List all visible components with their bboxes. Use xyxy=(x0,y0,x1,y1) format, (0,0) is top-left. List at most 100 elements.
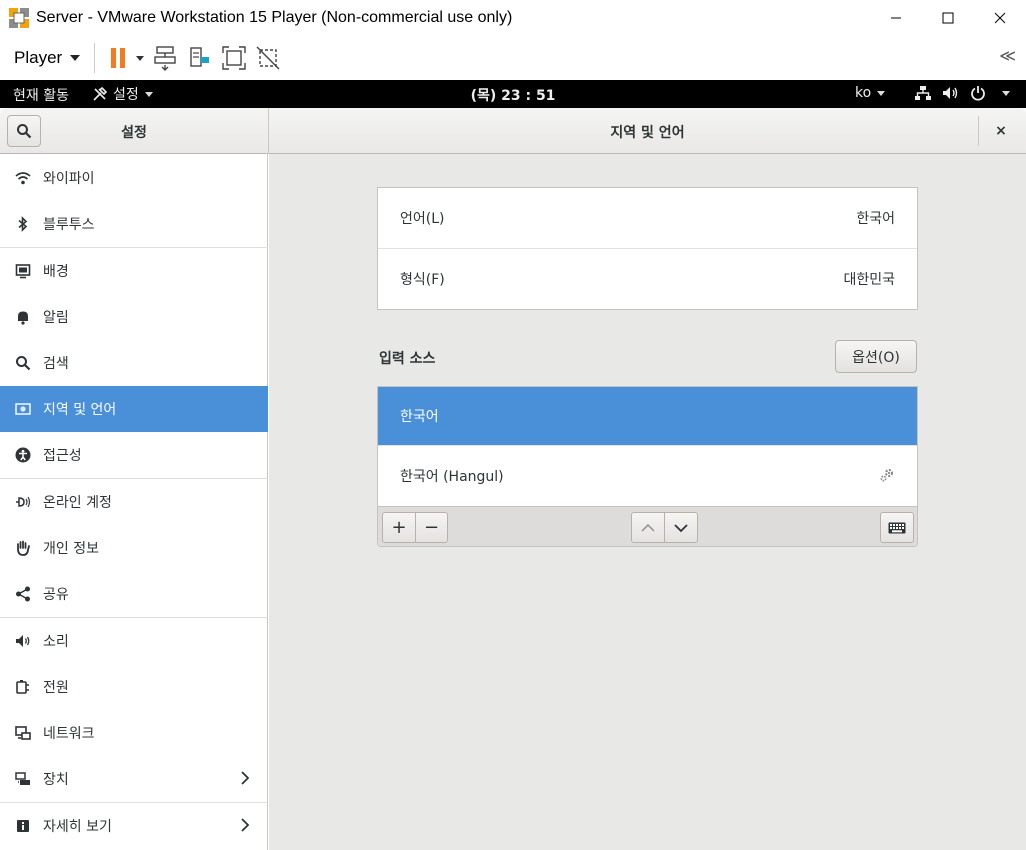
flag-icon xyxy=(15,401,31,417)
input-language-menu[interactable]: ko xyxy=(855,85,886,101)
usb-device-icon xyxy=(190,47,210,67)
formats-value: 대한민국 xyxy=(843,272,895,288)
move-up-button[interactable] xyxy=(631,512,665,543)
input-source-label: 한국어 xyxy=(400,409,439,425)
online-accounts-icon xyxy=(15,494,31,510)
maximize-button[interactable] xyxy=(922,0,974,36)
input-sources-toolbar: + − xyxy=(378,506,917,546)
sidebar-item-label: 장치 xyxy=(43,772,69,788)
sidebar-item-network[interactable]: 네트워크 xyxy=(0,710,268,756)
chevron-down-icon xyxy=(674,523,688,532)
sidebar-item-region-language[interactable]: 지역 및 언어 xyxy=(0,386,268,432)
sidebar-item-search[interactable]: 검색 xyxy=(0,340,268,386)
power-plug-icon xyxy=(15,679,31,695)
sidebar-item-label: 공유 xyxy=(43,587,69,603)
sidebar-item-label: 네트워크 xyxy=(43,726,95,742)
gear-icon[interactable] xyxy=(879,467,895,487)
input-options-button[interactable]: 옵션(O) xyxy=(835,340,917,373)
settings-header-bar: 설정 지역 및 언어 × xyxy=(0,108,1026,154)
sidebar-item-label: 검색 xyxy=(43,356,69,372)
pause-icon xyxy=(111,48,145,68)
page-title: 지역 및 언어 xyxy=(610,125,685,141)
sidebar-item-wifi[interactable]: 와이파이 xyxy=(0,155,268,201)
system-menu[interactable] xyxy=(914,85,1010,101)
sidebar-item-details[interactable]: 자세히 보기 xyxy=(0,803,268,849)
sidebar-item-online-accounts[interactable]: 온라인 계정 xyxy=(0,479,268,525)
input-language-label: ko xyxy=(855,85,872,101)
ctrl-alt-del-icon xyxy=(154,46,176,71)
keyboard-icon xyxy=(888,522,906,533)
sidebar-item-devices[interactable]: 장치 xyxy=(0,756,268,802)
wifi-icon xyxy=(15,170,31,186)
sidebar-item-label: 접근성 xyxy=(43,448,82,464)
sidebar-item-sharing[interactable]: 공유 xyxy=(0,571,268,617)
sidebar-item-label: 온라인 계정 xyxy=(43,495,112,511)
sidebar-item-power[interactable]: 전원 xyxy=(0,664,268,710)
player-menu-button[interactable]: Player xyxy=(14,48,81,68)
add-input-source-button[interactable]: + xyxy=(382,512,416,543)
sound-icon xyxy=(15,633,31,649)
player-menu-label: Player xyxy=(14,48,63,67)
pause-button[interactable] xyxy=(107,43,145,73)
collapse-toolbar-button[interactable]: ≪ xyxy=(999,46,1016,65)
sidebar-item-bluetooth[interactable]: 블루투스 xyxy=(0,201,268,247)
bluetooth-icon xyxy=(15,216,31,232)
region-language-panel: 언어(L) 한국어 형식(F) 대한민국 입력 소스 옵션(O) 한국어 한국어… xyxy=(269,154,1026,850)
sidebar-item-label: 지역 및 언어 xyxy=(43,402,117,418)
formats-row[interactable]: 형식(F) 대한민국 xyxy=(378,249,917,309)
sidebar-item-label: 배경 xyxy=(43,264,69,280)
keyboard-layout-button[interactable] xyxy=(880,512,914,543)
minimize-button[interactable] xyxy=(870,0,922,36)
chevron-up-icon xyxy=(641,523,655,532)
minimize-icon xyxy=(891,17,901,19)
window-title-bar[interactable]: Server - VMware Workstation 15 Player (N… xyxy=(0,0,1026,36)
sidebar-item-notifications[interactable]: 알림 xyxy=(0,294,268,340)
send-ctrl-alt-del-button[interactable] xyxy=(153,43,179,73)
input-source-row[interactable]: 한국어 xyxy=(378,387,917,445)
background-icon xyxy=(15,263,31,279)
vmware-toolbar: Player ≪ xyxy=(0,36,1026,80)
search-icon xyxy=(15,355,31,371)
close-divider xyxy=(978,116,979,146)
input-source-label: 한국어 (Hangul) xyxy=(400,469,504,485)
input-source-row[interactable]: 한국어 (Hangul) xyxy=(378,446,917,506)
sidebar-item-label: 알림 xyxy=(43,310,69,326)
unity-button[interactable] xyxy=(255,43,281,73)
input-sources-heading: 입력 소스 xyxy=(379,351,436,367)
language-label: 언어(L) xyxy=(400,211,445,227)
remove-input-source-button[interactable]: − xyxy=(415,512,448,543)
fullscreen-icon xyxy=(222,46,246,70)
share-icon xyxy=(15,586,31,602)
close-settings-button[interactable]: × xyxy=(988,120,1014,142)
formats-label: 형식(F) xyxy=(400,272,445,288)
info-icon xyxy=(15,818,31,834)
removable-devices-button[interactable] xyxy=(187,43,213,73)
window-title: Server - VMware Workstation 15 Player (N… xyxy=(36,9,513,26)
sidebar-item-accessibility[interactable]: 접근성 xyxy=(0,432,268,478)
language-format-list: 언어(L) 한국어 형식(F) 대한민국 xyxy=(377,187,918,310)
sidebar-item-label: 개인 정보 xyxy=(43,541,99,557)
power-icon xyxy=(971,86,985,101)
unity-icon xyxy=(256,46,280,70)
input-sources-list: 한국어 한국어 (Hangul) + − xyxy=(377,386,918,547)
language-row[interactable]: 언어(L) 한국어 xyxy=(378,188,917,248)
close-icon xyxy=(994,12,1006,24)
sidebar-item-background[interactable]: 배경 xyxy=(0,248,268,294)
sidebar-item-privacy[interactable]: 개인 정보 xyxy=(0,525,268,571)
sidebar-item-label: 와이파이 xyxy=(43,171,95,187)
gnome-top-bar: 현재 활동 설정 (목) 23 : 51 ko xyxy=(0,80,1026,108)
sidebar-item-label: 소리 xyxy=(43,634,69,650)
chevron-right-icon xyxy=(240,771,250,789)
network-wired-icon xyxy=(915,86,931,100)
close-window-button[interactable] xyxy=(974,0,1026,36)
volume-icon xyxy=(943,87,958,99)
chevron-down-icon xyxy=(70,55,81,61)
vmware-logo-icon xyxy=(8,7,30,29)
sidebar-item-label: 블루투스 xyxy=(43,217,95,233)
devices-icon xyxy=(15,771,31,787)
fullscreen-button[interactable] xyxy=(221,43,247,73)
sidebar-item-sound[interactable]: 소리 xyxy=(0,618,268,664)
move-down-button[interactable] xyxy=(664,512,698,543)
accessibility-icon xyxy=(15,447,31,463)
chevron-down-icon xyxy=(877,90,886,96)
